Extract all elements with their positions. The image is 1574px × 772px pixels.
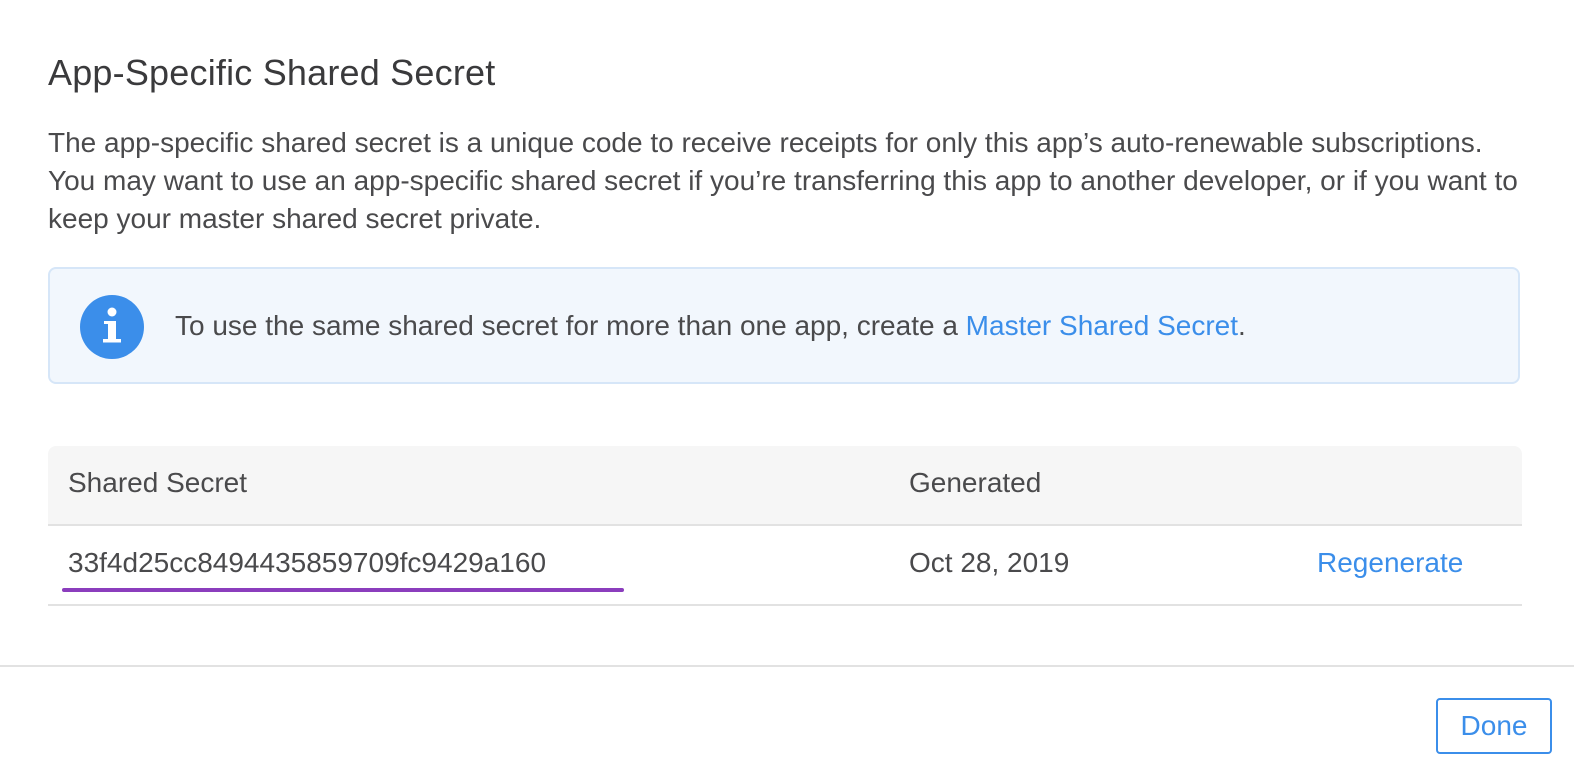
- shared-secret-table: Shared Secret Generated 33f4d25cc8494435…: [48, 446, 1522, 606]
- master-shared-secret-link[interactable]: Master Shared Secret: [966, 310, 1238, 341]
- done-button[interactable]: Done: [1436, 698, 1552, 754]
- info-icon: [80, 295, 144, 359]
- table-row: 33f4d25cc8494435859709fc9429a160 Oct 28,…: [48, 526, 1522, 606]
- info-message: To use the same shared secret for more t…: [175, 306, 1246, 346]
- column-header-shared-secret: Shared Secret: [68, 467, 247, 498]
- dialog-title: App-Specific Shared Secret: [48, 52, 496, 93]
- regenerate-link[interactable]: Regenerate: [1317, 547, 1463, 579]
- info-text-suffix: .: [1238, 310, 1246, 341]
- footer-divider: [0, 665, 1574, 667]
- secret-highlight-underline: [62, 588, 624, 592]
- info-banner: To use the same shared secret for more t…: [48, 267, 1520, 384]
- info-text-prefix: To use the same shared secret for more t…: [175, 310, 966, 341]
- generated-date: Oct 28, 2019: [909, 547, 1070, 578]
- table-header: Shared Secret Generated: [48, 446, 1522, 526]
- dialog-description: The app-specific shared secret is a uniq…: [48, 127, 1518, 234]
- shared-secret-value[interactable]: 33f4d25cc8494435859709fc9429a160: [68, 547, 546, 579]
- column-header-generated: Generated: [909, 467, 1042, 498]
